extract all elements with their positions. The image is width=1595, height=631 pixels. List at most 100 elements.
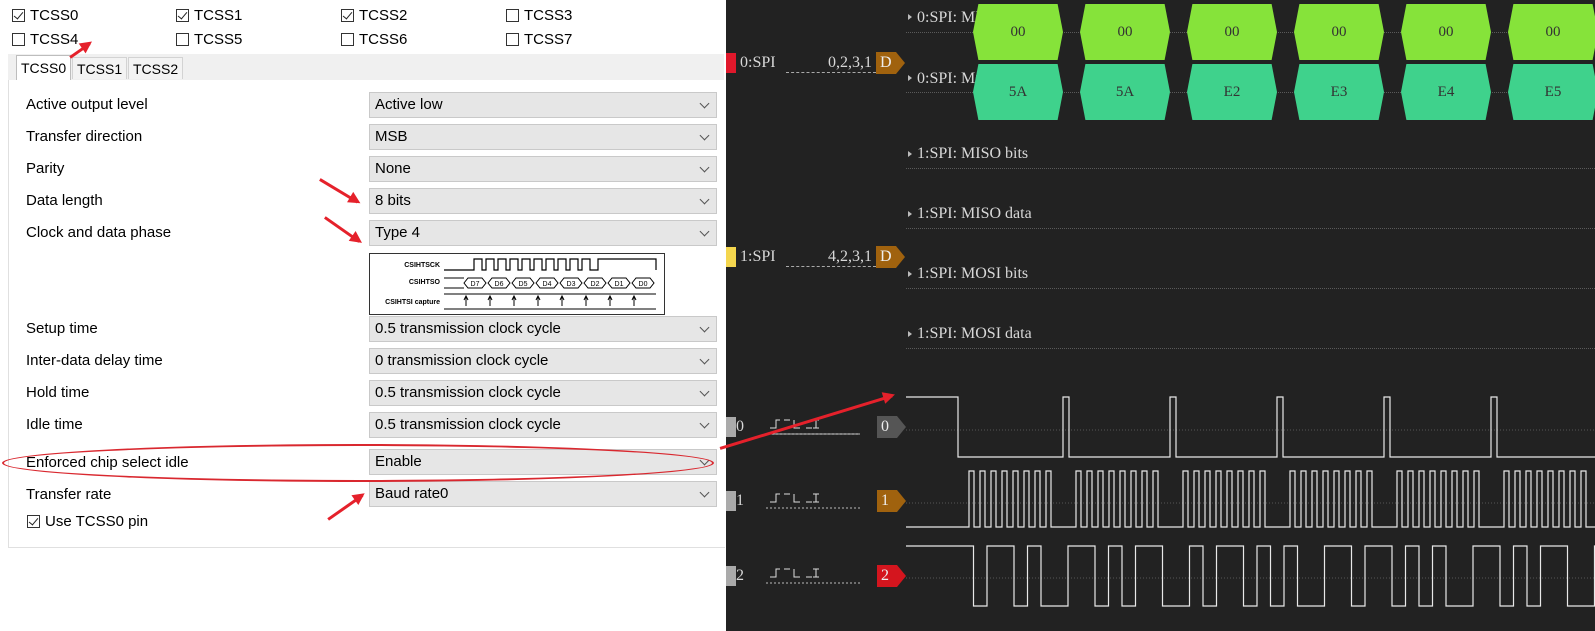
checkbox-tcss5[interactable]: TCSS5	[176, 29, 242, 49]
checkbox-tcss4[interactable]: TCSS4	[12, 29, 78, 49]
chevron-down-icon	[699, 487, 710, 498]
label-clock-phase: Clock and data phase	[26, 224, 172, 241]
chevron-down-icon	[699, 98, 710, 109]
checkbox-box[interactable]	[12, 32, 25, 46]
si-capture-arrow	[511, 294, 517, 306]
select-data-length[interactable]: 8 bits	[369, 188, 717, 214]
timing-sck-label: CSIHTSCK	[404, 262, 440, 269]
checkbox-box[interactable]	[12, 8, 25, 22]
label-idle-time: Idle time	[26, 416, 83, 433]
select-value: MSB	[375, 128, 408, 145]
checkbox-tcss2[interactable]: TCSS2	[341, 5, 407, 25]
si-capture-arrow	[535, 294, 541, 306]
si-capture-arrow	[463, 294, 469, 306]
so-bit-label: D1	[615, 281, 624, 288]
data-waveform	[906, 545, 1595, 607]
label-transfer-direction: Transfer direction	[26, 128, 143, 145]
so-bit-label: D3	[567, 281, 576, 288]
checkbox-use-tcss0-pin[interactable]: Use TCSS0 pin	[27, 511, 148, 531]
timing-diagram-svg: CSIHTSCK CSIHTSO CSIHTSI capture D7 D6 D5 D…	[385, 258, 657, 310]
label-setup-time: Setup time	[26, 320, 98, 337]
clock-waveform	[906, 470, 1595, 528]
select-hold-time[interactable]: 0.5 transmission clock cycle	[369, 380, 717, 406]
chevron-down-icon	[699, 162, 710, 173]
select-active-output-level[interactable]: Active low	[369, 92, 717, 118]
checkbox-label: TCSS1	[194, 6, 243, 24]
si-capture-arrow	[559, 294, 565, 306]
so-bit-label: D7	[471, 281, 480, 288]
checkbox-label: TCSS2	[359, 6, 408, 24]
waveform-canvas	[766, 396, 1595, 607]
sck-waveform	[444, 258, 657, 271]
select-value: 8 bits	[375, 192, 411, 209]
si-capture-arrow	[631, 294, 637, 306]
so-bit-label: D5	[519, 281, 528, 288]
checkbox-label: TCSS4	[30, 30, 79, 48]
select-parity[interactable]: None	[369, 156, 717, 182]
tab-bar: TCSS0 TCSS1 TCSS2	[8, 54, 724, 81]
tab-tcss1[interactable]: TCSS1	[72, 57, 128, 79]
cs-waveform	[906, 396, 1595, 458]
select-value: Baud rate0	[375, 485, 449, 502]
timing-diagram: CSIHTSCK CSIHTSO CSIHTSI capture D7 D6 D5 D…	[369, 253, 665, 315]
si-capture-arrows	[463, 294, 637, 306]
chevron-down-icon	[699, 386, 710, 397]
checkbox-label: Use TCSS0 pin	[45, 512, 149, 530]
checkbox-tcss0[interactable]: TCSS0	[12, 5, 78, 25]
select-value: 0.5 transmission clock cycle	[375, 416, 561, 433]
checkbox-tcss6[interactable]: TCSS6	[341, 29, 407, 49]
select-transfer-direction[interactable]: MSB	[369, 124, 717, 150]
tab-tcss2[interactable]: TCSS2	[128, 57, 184, 79]
select-setup-time[interactable]: 0.5 transmission clock cycle	[369, 316, 717, 342]
checkbox-label: TCSS7	[524, 30, 573, 48]
select-value: None	[375, 160, 411, 177]
label-active-output-level: Active output level	[26, 96, 148, 113]
checkbox-box[interactable]	[506, 32, 519, 46]
select-transfer-rate[interactable]: Baud rate0	[369, 481, 717, 507]
checkbox-box[interactable]	[341, 8, 354, 22]
trigger-icon-2[interactable]	[770, 568, 819, 578]
label-inter-data-delay: Inter-data delay time	[26, 352, 163, 369]
chevron-down-icon	[699, 418, 710, 429]
so-bit-label: D0	[639, 281, 648, 288]
checkbox-label: TCSS3	[524, 6, 573, 24]
checkbox-label: TCSS0	[30, 6, 79, 24]
chevron-down-icon	[699, 354, 710, 365]
select-value: 0.5 transmission clock cycle	[375, 320, 561, 337]
select-value: 0.5 transmission clock cycle	[375, 384, 561, 401]
checkbox-tcss1[interactable]: TCSS1	[176, 5, 242, 25]
si-capture-arrow	[607, 294, 613, 306]
trigger-icon-1[interactable]	[770, 493, 819, 503]
chevron-down-icon	[699, 322, 710, 333]
label-data-length: Data length	[26, 192, 103, 209]
logic-analyzer: 0:SPI: MISO bits 0:SPI: MOSI data 1:SPI:…	[726, 0, 1595, 631]
checkbox-box[interactable]	[27, 514, 40, 528]
chevron-down-icon	[699, 194, 710, 205]
chevron-down-icon	[699, 226, 710, 237]
label-hold-time: Hold time	[26, 384, 90, 401]
so-bit-label: D4	[543, 281, 552, 288]
checkbox-label: TCSS6	[359, 30, 408, 48]
select-value: 0 transmission clock cycle	[375, 352, 549, 369]
checkbox-box[interactable]	[506, 8, 519, 22]
config-panel: TCSS0 TCSS1 TCSS2 TCSS3 TCSS4 TCSS5 TCSS…	[0, 0, 726, 631]
so-bit-label: D6	[495, 281, 504, 288]
tab-tcss0[interactable]: TCSS0	[16, 55, 72, 81]
select-clock-phase[interactable]: Type 4	[369, 220, 717, 246]
si-capture-arrow	[487, 294, 493, 306]
checkbox-tcss7[interactable]: TCSS7	[506, 29, 572, 49]
label-transfer-rate: Transfer rate	[26, 486, 112, 503]
checkbox-box[interactable]	[176, 8, 189, 22]
label-parity: Parity	[26, 160, 65, 177]
select-value: Type 4	[375, 224, 421, 241]
checkbox-tcss3[interactable]: TCSS3	[506, 5, 572, 25]
select-inter-data-delay[interactable]: 0 transmission clock cycle	[369, 348, 717, 374]
select-idle-time[interactable]: 0.5 transmission clock cycle	[369, 412, 717, 438]
trigger-glyphs	[770, 419, 860, 578]
so-bit-label: D2	[591, 281, 600, 288]
so-data-cells: D7 D6 D5 D4 D3 D2 D1 D0	[463, 277, 655, 289]
checkbox-box[interactable]	[341, 32, 354, 46]
checkbox-box[interactable]	[176, 32, 189, 46]
checkbox-label: TCSS5	[194, 30, 243, 48]
timing-so-label: CSIHTSO	[409, 279, 441, 286]
